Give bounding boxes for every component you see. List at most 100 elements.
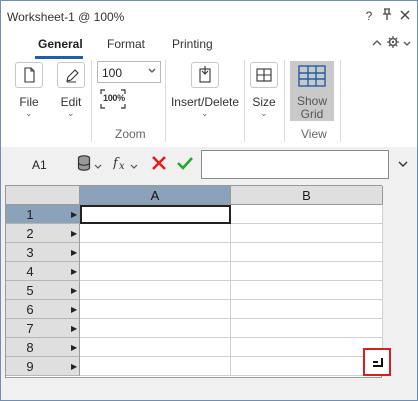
group-separator	[284, 60, 285, 142]
grid-cell[interactable]	[80, 281, 231, 300]
row-number: 9	[26, 359, 34, 374]
size-button[interactable]	[250, 62, 278, 88]
grid-cell[interactable]	[231, 357, 383, 376]
size-chevron-icon: ⌄	[260, 108, 268, 118]
cancel-edit-button[interactable]	[151, 155, 167, 174]
row-header[interactable]: 5 ▶	[6, 281, 80, 300]
window-title: Worksheet-1 @ 100%	[7, 10, 125, 24]
row-header[interactable]: 6 ▶	[6, 300, 80, 319]
chevron-up-icon	[372, 40, 382, 46]
grid-cell[interactable]	[80, 243, 231, 262]
insert-delete-chevron-icon: ⌄	[201, 108, 209, 118]
ribbon-collapse-button[interactable]	[372, 36, 382, 50]
grid-cell[interactable]	[231, 319, 383, 338]
zoom-value: 100	[102, 66, 123, 80]
zoom-combobox[interactable]: 100	[97, 61, 161, 83]
grid-cell[interactable]	[231, 262, 383, 281]
row-number: 3	[26, 245, 34, 260]
resize-grip-icon[interactable]	[373, 358, 383, 367]
ribbon-options-dropdown[interactable]	[403, 36, 411, 50]
grid-cell[interactable]	[80, 300, 231, 319]
confirm-edit-button[interactable]	[176, 155, 194, 174]
row-arrow-icon: ▶	[71, 343, 78, 352]
row-arrow-icon: ▶	[71, 267, 78, 276]
row-header[interactable]: 7 ▶	[6, 319, 80, 338]
function-chevron-icon[interactable]	[130, 159, 138, 173]
group-separator	[340, 60, 341, 142]
help-button[interactable]: ?	[361, 8, 377, 24]
pin-button[interactable]	[379, 8, 395, 24]
grid-cell[interactable]	[80, 224, 231, 243]
cell-reference: A1	[32, 158, 47, 172]
active-tab-indicator	[35, 56, 83, 59]
grid-cell[interactable]	[231, 205, 383, 224]
row-arrow-icon: ▶	[71, 362, 78, 371]
row-number: 8	[26, 340, 34, 355]
row-arrow-icon: ▶	[71, 305, 78, 314]
gear-icon	[387, 36, 399, 48]
database-chevron-icon[interactable]	[94, 159, 102, 173]
ribbon: General Format Printing File ⌄ Edit ⌄ 10…	[1, 32, 417, 147]
row-header[interactable]: 2 ▶	[6, 224, 80, 243]
edit-chevron-icon: ⌄	[67, 108, 75, 118]
row-header[interactable]: 9 ▶	[6, 357, 80, 376]
row-arrow-icon: ▶	[71, 286, 78, 295]
grid-cell[interactable]	[231, 338, 383, 357]
database-icon	[77, 155, 91, 171]
grid-cell[interactable]	[80, 357, 231, 376]
pin-icon	[383, 8, 391, 20]
tab-general[interactable]: General	[38, 37, 83, 51]
zoom-100-button[interactable]: 100%	[100, 89, 126, 109]
tab-format[interactable]: Format	[107, 37, 145, 51]
resize-grip-highlight	[363, 348, 391, 376]
show-grid-label-line2: Grid	[300, 107, 324, 121]
close-icon	[400, 10, 410, 20]
group-separator	[244, 60, 245, 142]
view-group-label: View	[301, 127, 327, 141]
zoom-100-badge: 100%	[103, 93, 125, 103]
function-button[interactable]: fx	[112, 154, 129, 175]
checkmark-icon	[177, 157, 193, 170]
chevron-down-icon	[148, 66, 156, 76]
grid-cell[interactable]	[231, 224, 383, 243]
row-number: 7	[26, 321, 34, 336]
column-header-b[interactable]: B	[231, 186, 383, 205]
formula-input[interactable]	[201, 150, 389, 179]
zoom-group-label: Zoom	[115, 127, 146, 141]
insert-delete-button[interactable]	[191, 62, 219, 88]
row-header[interactable]: 4 ▶	[6, 262, 80, 281]
table-size-icon	[256, 68, 272, 82]
active-cell[interactable]	[80, 205, 231, 224]
grid-cell[interactable]	[80, 262, 231, 281]
insert-delete-label: Insert/Delete	[170, 95, 240, 109]
row-arrow-icon: ▶	[71, 229, 78, 238]
column-header-a[interactable]: A	[80, 186, 231, 205]
file-button[interactable]	[15, 62, 43, 88]
grid-cell[interactable]	[231, 243, 383, 262]
grid-cell[interactable]	[231, 281, 383, 300]
grid-cell[interactable]	[80, 338, 231, 357]
worksheet-window: Worksheet-1 @ 100% ? General Format Prin…	[0, 0, 418, 401]
row-number: 2	[26, 226, 34, 241]
group-separator	[91, 60, 92, 142]
row-header[interactable]: 1 ▶	[6, 205, 80, 224]
chevron-down-icon	[403, 41, 411, 46]
svg-text:x: x	[119, 161, 125, 172]
row-header[interactable]: 3 ▶	[6, 243, 80, 262]
close-button[interactable]	[397, 8, 413, 24]
row-number: 1	[26, 207, 34, 222]
ribbon-options-button[interactable]	[387, 36, 399, 51]
edit-button[interactable]	[57, 62, 85, 88]
formula-expand-button[interactable]	[398, 157, 408, 171]
function-icon: fx	[112, 156, 125, 172]
database-button[interactable]	[77, 155, 91, 174]
grid-cell[interactable]	[231, 300, 383, 319]
chevron-down-icon	[398, 161, 408, 167]
grid-cell[interactable]	[80, 319, 231, 338]
document-icon	[24, 67, 35, 83]
select-all-corner[interactable]	[6, 186, 80, 205]
row-header[interactable]: 8 ▶	[6, 338, 80, 357]
file-label: File	[19, 95, 39, 109]
insert-delete-icon	[199, 66, 211, 83]
tab-printing[interactable]: Printing	[172, 37, 213, 51]
